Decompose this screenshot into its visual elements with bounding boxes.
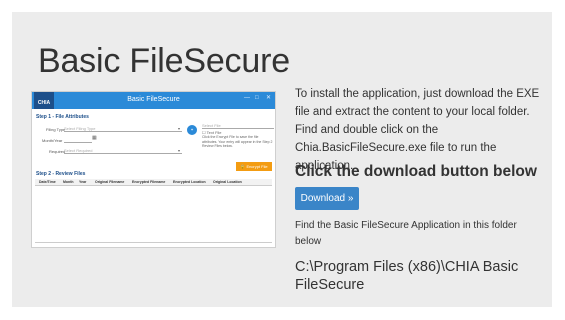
app-screenshot: CHIA Basic FileSecure — □ ✕ Step 1 - Fil… bbox=[31, 91, 276, 248]
month-year-label: Month/Year bbox=[42, 138, 63, 143]
app-title-bar: CHIA Basic FileSecure — □ ✕ bbox=[32, 92, 275, 109]
filing-type-field: Select Filing Type bbox=[64, 126, 182, 132]
download-button[interactable]: Download » bbox=[295, 187, 359, 210]
minimize-icon: — bbox=[244, 95, 250, 101]
step1-title: Step 1 - File Attributes bbox=[36, 114, 89, 120]
column-header: Original Location bbox=[213, 180, 242, 184]
column-header: Encrypted Filename bbox=[132, 180, 166, 184]
maximize-icon: □ bbox=[255, 95, 259, 101]
required-label: Required bbox=[49, 149, 66, 154]
encrypt-file-button: 🔒 Encrypt File bbox=[236, 162, 272, 171]
select-file-field: Select File bbox=[202, 123, 274, 129]
filing-type-label: Filing Type bbox=[46, 127, 66, 132]
instructions-note: Click the Encrypt File to save the file … bbox=[202, 135, 273, 148]
column-header: Year bbox=[79, 180, 87, 184]
step2-title: Step 2 - Review Files bbox=[36, 171, 86, 177]
page-title: Basic FileSecure bbox=[38, 42, 290, 80]
column-header: Month bbox=[63, 180, 74, 184]
table-bottom-divider bbox=[35, 242, 272, 243]
month-year-field bbox=[64, 137, 92, 143]
app-window-title: Basic FileSecure bbox=[127, 96, 180, 103]
required-field: Select Required bbox=[64, 148, 182, 154]
chevron-down-icon: ▾ bbox=[178, 126, 181, 131]
column-header: Encrypted Location bbox=[173, 180, 206, 184]
select-file-button: + bbox=[187, 125, 197, 135]
download-heading: Click the download button below bbox=[295, 163, 537, 180]
chevron-down-icon: ▾ bbox=[178, 148, 181, 153]
install-instructions: To install the application, just downloa… bbox=[295, 88, 540, 172]
calendar-icon: ▦ bbox=[92, 135, 97, 141]
encrypt-file-label: Encrypt File bbox=[246, 164, 268, 169]
find-instructions: Find the Basic FileSecure Application in… bbox=[295, 220, 517, 247]
install-path: C:\Program Files (x86)\CHIA Basic FileSe… bbox=[295, 259, 519, 293]
column-header: Date/Time bbox=[39, 180, 56, 184]
review-table-header: Date/Time Month Year Original Filename E… bbox=[35, 179, 272, 186]
column-header: Original Filename bbox=[95, 180, 125, 184]
close-icon: ✕ bbox=[266, 95, 272, 101]
